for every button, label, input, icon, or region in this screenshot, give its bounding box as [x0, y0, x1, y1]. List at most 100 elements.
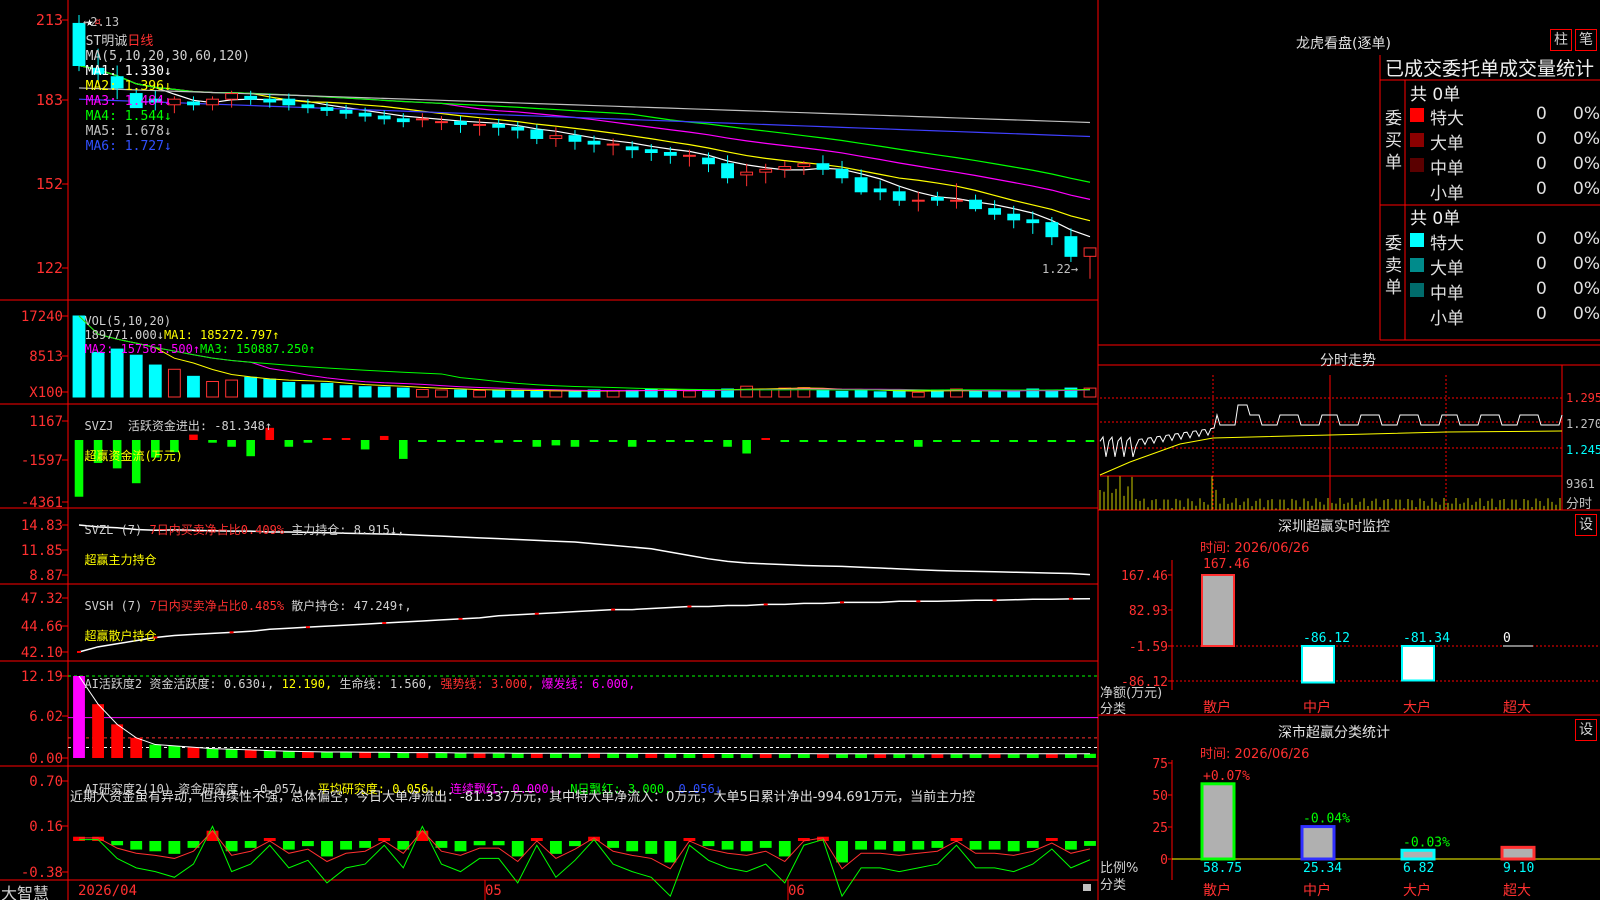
monitor-category: 散户: [1203, 699, 1231, 716]
x-label-apr: 2026/04: [78, 883, 137, 899]
candle-body: [778, 166, 792, 170]
activity-bar: [912, 753, 925, 758]
fund-flow-bar: [1066, 440, 1076, 442]
candle-body: [721, 163, 734, 179]
volume-bar: [473, 389, 486, 398]
volume-bar: [415, 388, 429, 398]
candle-body: [301, 104, 315, 109]
fund-flow-bar: [494, 440, 503, 443]
svsh-ratio: 7日内买卖净占比0.485%: [149, 599, 285, 613]
order-row: 特大 0 0%: [1408, 229, 1600, 254]
volume-bar: [988, 391, 1002, 398]
candle-body: [606, 143, 620, 146]
order-color-swatch: [1410, 283, 1424, 297]
intraday-price-low: 1.245: [1566, 443, 1600, 457]
fund-flow-bar: [685, 440, 694, 442]
fund-flow-bar: [933, 440, 942, 442]
sell-orders-label: 委卖单: [1385, 234, 1402, 298]
fund-flow-bar: [837, 440, 847, 442]
svsh-header: SVSH (7) 7日内买卖净占比0.485% 散户持仓: 47.249↑, 超…: [70, 584, 411, 644]
fund-flow-bar: [627, 440, 637, 447]
retail-marker: [916, 600, 921, 603]
candle-body: [530, 129, 544, 139]
volume-bar: [225, 379, 239, 398]
svzj-sub: 超赢资金流(万元): [84, 449, 183, 463]
order-row: 中单 0 0%: [1408, 279, 1600, 304]
volume-bar: [91, 351, 105, 398]
research-bar: [282, 841, 295, 850]
classify-category-label: 分类: [1100, 878, 1127, 893]
candle-body: [263, 98, 277, 103]
order-row-pct: 0%: [1573, 129, 1600, 149]
lock-icon[interactable]: [1083, 884, 1091, 891]
price-tick: 152: [36, 175, 63, 193]
classify-bar: [1200, 782, 1236, 861]
candle-body: [549, 135, 563, 139]
activity-bar: [759, 753, 772, 758]
brand-label[interactable]: 大智慧: [1, 880, 49, 900]
volume-bar: [740, 385, 754, 398]
low-mark: 1.22→: [1042, 262, 1079, 276]
activity-bar: [168, 745, 181, 758]
fund-flow-bar: [589, 440, 599, 442]
monitor-category: 大户: [1403, 699, 1431, 716]
candle-body: [492, 123, 506, 128]
classify-settings-button[interactable]: 设: [1575, 719, 1597, 741]
candle-body: [587, 140, 601, 145]
retail-marker: [763, 603, 768, 606]
activity-bar: [359, 752, 372, 758]
research-bar: [149, 841, 162, 852]
fund-flow-bar: [456, 440, 465, 442]
candle-body: [511, 126, 525, 131]
monitor-value-label: -81.34: [1403, 631, 1450, 646]
axis-tick: X100: [29, 385, 63, 401]
ma6-value: MA6: 1.727↓: [85, 139, 172, 154]
order-row: 大单 0 0%: [1408, 254, 1600, 279]
period-label[interactable]: 日线: [127, 34, 153, 49]
activity-bar: [702, 753, 715, 758]
buy-orders-label: 委买单: [1385, 109, 1402, 173]
volume-bar: [606, 390, 620, 398]
order-row-count: 0: [1536, 129, 1547, 149]
order-row-pct: 0%: [1573, 304, 1600, 324]
monitor-settings-button[interactable]: 设: [1575, 514, 1597, 536]
ma3-value: MA3: 1.484↓: [85, 94, 172, 109]
volume-bar: [683, 390, 696, 398]
research-bar: [1026, 841, 1039, 848]
activity-bar: [569, 753, 581, 758]
order-color-swatch: [1410, 133, 1424, 147]
ai1-label: AI活跃度2: [84, 677, 143, 691]
research-bar: [244, 841, 257, 848]
classify-category: 散户: [1203, 882, 1231, 899]
axis-tick: -4361: [21, 495, 63, 511]
intraday-avg-line: [1099, 430, 1563, 476]
activity-bar: [797, 753, 810, 758]
order-row-count: 0: [1536, 104, 1547, 124]
order-row-count: 0: [1536, 304, 1547, 324]
activity-bar: [225, 749, 238, 758]
research-bar: [988, 841, 1001, 850]
classify-value-label: 9.10: [1503, 861, 1534, 876]
fund-flow-bar: [646, 440, 656, 442]
research-bar: [836, 841, 848, 863]
activity-bar: [416, 752, 429, 758]
column-view-button[interactable]: 柱: [1550, 29, 1572, 51]
volume-bar: [1007, 390, 1021, 398]
retail-marker: [840, 601, 845, 604]
activity-bar: [836, 753, 848, 758]
pen-view-button[interactable]: 笔: [1575, 29, 1597, 51]
retail-marker: [992, 599, 997, 602]
research-bar: [359, 841, 372, 848]
vol-header: VOL(5,10,20) 189771.000↓MA1: 185272.797↑…: [70, 300, 315, 356]
candle-body: [644, 149, 658, 154]
order-row-name: 小单: [1430, 309, 1464, 329]
fund-flow-bar: [551, 440, 561, 446]
activity-bar: [1065, 753, 1077, 758]
axis-tick: 17240: [21, 309, 63, 325]
ai1-strong: 强势线: 3.000,: [440, 677, 535, 691]
order-row-name: 大单: [1430, 134, 1464, 154]
candle-body: [1045, 222, 1059, 238]
ma1-value: MA1: 1.330↓: [85, 64, 172, 79]
axis-tick: 1167: [29, 414, 63, 430]
activity-bar: [931, 753, 944, 758]
